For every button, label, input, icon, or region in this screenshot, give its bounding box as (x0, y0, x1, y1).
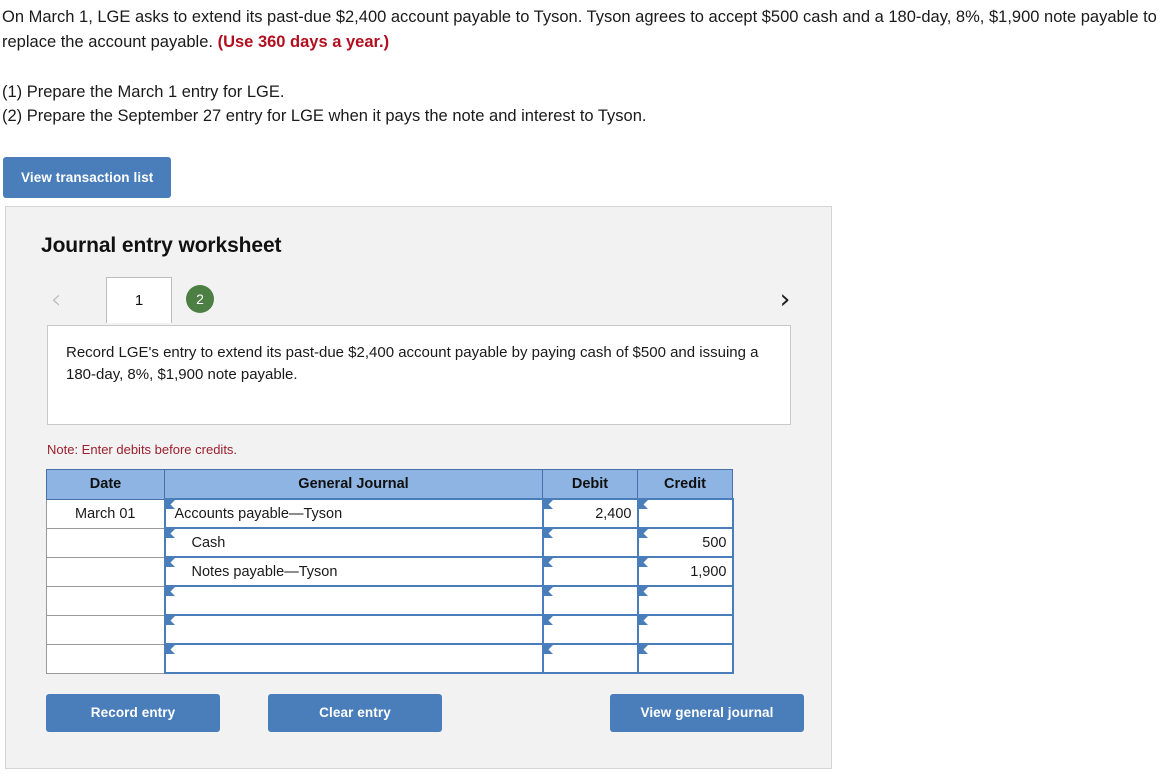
credit-cell[interactable] (636, 614, 734, 645)
date-cell[interactable] (46, 585, 165, 616)
table-row: March 01 Accounts payable—Tyson 2,400 (46, 498, 734, 529)
dropdown-flag-icon (165, 587, 175, 596)
dropdown-flag-icon (638, 558, 648, 567)
record-entry-button[interactable]: Record entry (46, 694, 220, 732)
debit-cell[interactable] (541, 643, 639, 674)
account-cell[interactable]: Accounts payable—Tyson (163, 498, 544, 529)
date-cell[interactable] (46, 556, 165, 587)
debit-cell[interactable] (541, 527, 639, 558)
worksheet-tabstrip: ‹ 1 2 › (6, 277, 831, 325)
dropdown-flag-icon (165, 558, 175, 567)
debit-cell[interactable] (541, 585, 639, 616)
dropdown-flag-icon (165, 529, 175, 538)
worksheet-tabs: 1 2 (106, 277, 214, 323)
dropdown-flag-icon (165, 616, 175, 625)
requirements-list: (1) Prepare the March 1 entry for LGE. (… (0, 80, 1173, 128)
chevron-left-icon[interactable]: ‹ (43, 286, 69, 316)
account-cell-value: Accounts payable—Tyson (174, 505, 343, 522)
tab-entry-2[interactable]: 2 (186, 285, 214, 313)
clear-entry-button[interactable]: Clear entry (268, 694, 442, 732)
credit-cell[interactable] (636, 498, 734, 529)
dropdown-flag-icon (543, 616, 553, 625)
dropdown-flag-icon (543, 529, 553, 538)
dropdown-flag-icon (638, 587, 648, 596)
date-cell[interactable]: March 01 (46, 498, 165, 529)
date-cell[interactable] (46, 643, 165, 674)
dropdown-flag-icon (543, 558, 553, 567)
tab-entry-1[interactable]: 1 (106, 277, 172, 323)
table-row: Notes payable—Tyson 1,900 (46, 556, 734, 587)
dropdown-flag-icon (543, 587, 553, 596)
tab-entry-1-label: 1 (134, 292, 144, 309)
problem-hint: (Use 360 days a year.) (217, 33, 390, 51)
table-row (46, 614, 734, 645)
account-cell[interactable]: Notes payable—Tyson (163, 556, 544, 587)
dropdown-flag-icon (165, 500, 175, 509)
credit-cell[interactable] (636, 585, 734, 616)
debit-cell[interactable] (541, 614, 639, 645)
requirement-1: (1) Prepare the March 1 entry for LGE. (2, 83, 285, 101)
dropdown-flag-icon (543, 645, 553, 654)
credit-cell[interactable]: 1,900 (636, 556, 734, 587)
dropdown-flag-icon (638, 500, 648, 509)
dropdown-flag-icon (165, 645, 175, 654)
view-transaction-list-button[interactable]: View transaction list (3, 157, 172, 198)
account-cell-value: Cash (191, 534, 226, 551)
date-cell[interactable] (46, 527, 165, 558)
dropdown-flag-icon (543, 500, 553, 509)
journal-entry-worksheet-panel: Journal entry worksheet ‹ 1 2 › Record L… (5, 206, 832, 769)
dropdown-flag-icon (638, 645, 648, 654)
problem-line-2-tail: . (208, 33, 213, 51)
column-header-date: Date (46, 469, 165, 500)
debits-before-credits-note: Note: Enter debits before credits. (47, 442, 238, 457)
debit-cell[interactable]: 2,400 (541, 498, 639, 529)
worksheet-footer: Record entry Clear entry View general jo… (46, 694, 806, 734)
problem-statement: On March 1, LGE asks to extend its past-… (0, 0, 1165, 55)
credit-cell-value: 1,900 (690, 563, 727, 580)
account-cell[interactable]: Cash (163, 527, 544, 558)
account-cell[interactable] (163, 614, 544, 645)
column-header-debit: Debit (542, 469, 638, 500)
debit-cell-value: 2,400 (595, 505, 632, 522)
account-cell-value: Notes payable—Tyson (191, 563, 338, 580)
credit-cell[interactable]: 500 (636, 527, 734, 558)
credit-cell-value: 500 (702, 534, 727, 551)
date-cell[interactable] (46, 614, 165, 645)
view-general-journal-button[interactable]: View general journal (610, 694, 804, 732)
chevron-right-icon[interactable]: › (772, 286, 798, 316)
table-row (46, 643, 734, 674)
table-row (46, 585, 734, 616)
worksheet-instructions: Record LGE's entry to extend its past-du… (47, 325, 791, 425)
journal-entry-table-body: March 01 Accounts payable—Tyson 2,400 Ca… (46, 498, 734, 674)
column-header-general-journal: General Journal (164, 469, 543, 500)
page-title: Journal entry worksheet (41, 234, 282, 257)
dropdown-flag-icon (638, 529, 648, 538)
table-header-row: Date General Journal Debit Credit (46, 469, 733, 500)
problem-line-1: On March 1, LGE asks to extend its past-… (2, 8, 985, 26)
tab-entry-2-label: 2 (196, 291, 204, 307)
credit-cell[interactable] (636, 643, 734, 674)
requirement-2: (2) Prepare the September 27 entry for L… (2, 107, 647, 125)
debit-cell[interactable] (541, 556, 639, 587)
table-row: Cash 500 (46, 527, 734, 558)
dropdown-flag-icon (638, 616, 648, 625)
account-cell[interactable] (163, 643, 544, 674)
journal-entry-table: Date General Journal Debit Credit March … (46, 469, 734, 674)
account-cell[interactable] (163, 585, 544, 616)
column-header-credit: Credit (637, 469, 733, 500)
